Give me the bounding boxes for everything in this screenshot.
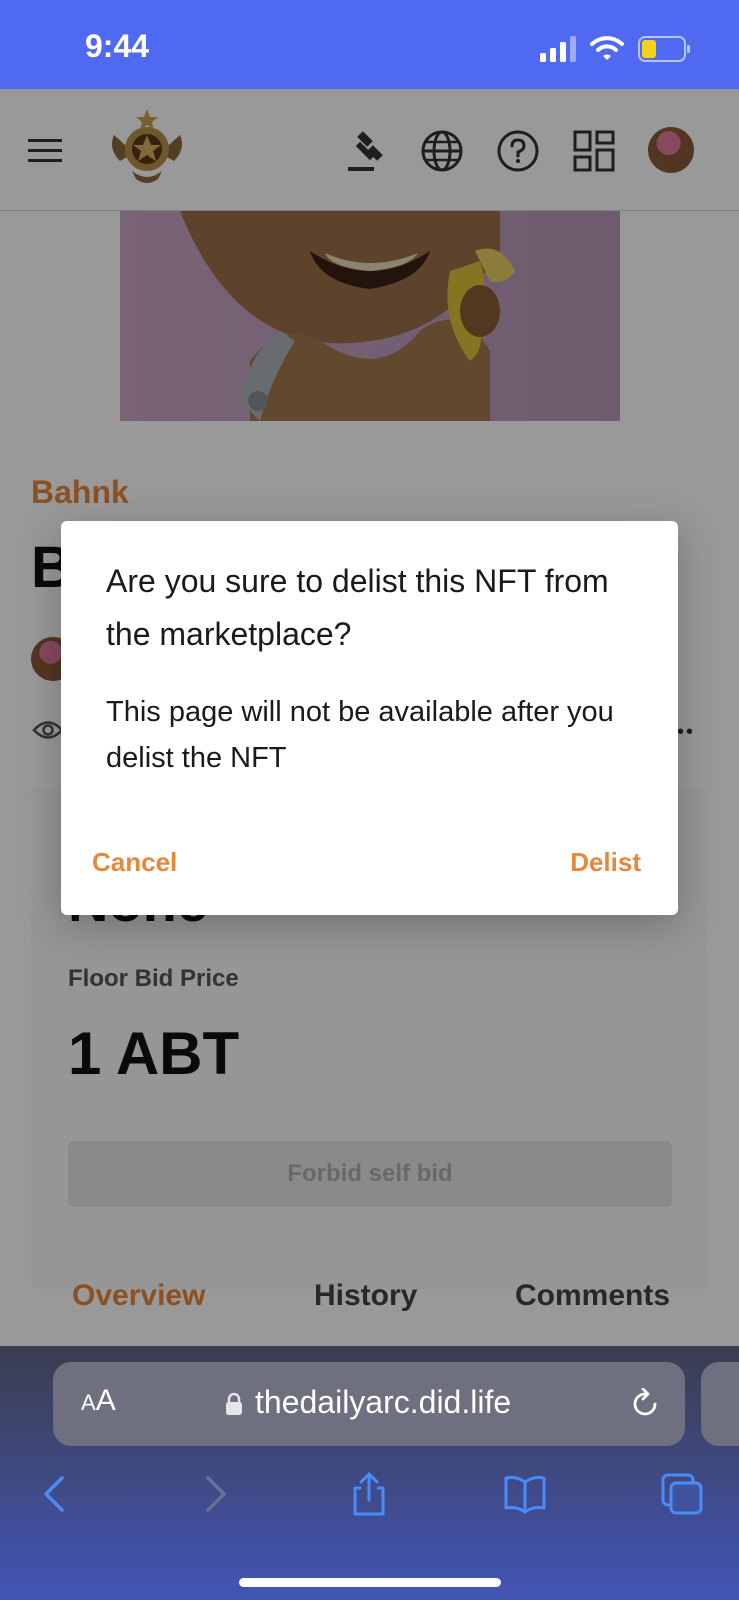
next-tab-preview[interactable] [701,1362,739,1446]
delist-dialog: Are you sure to delist this NFT from the… [61,521,678,915]
cancel-button[interactable]: Cancel [92,847,177,878]
signal-icon [540,36,576,62]
delist-button[interactable]: Delist [570,847,641,878]
reload-icon[interactable] [629,1388,661,1420]
dialog-message: This page will not be available after yo… [106,696,614,774]
browser-toolbar: AA thedailyarc.did.life [0,1346,739,1600]
status-bar: 9:44 [0,0,739,89]
text-size-button[interactable]: AA [81,1384,116,1418]
url-text[interactable]: thedailyarc.did.life [255,1384,511,1421]
lock-icon [226,1392,242,1415]
back-icon[interactable] [34,1472,78,1516]
text-size-large-label: A [95,1384,116,1417]
battery-icon [638,36,690,62]
bookmarks-icon[interactable] [503,1472,547,1516]
wifi-icon [590,36,624,60]
address-bar[interactable]: AA thedailyarc.did.life [53,1362,685,1446]
status-time: 9:44 [85,28,150,64]
text-size-small-label: A [81,1390,96,1415]
tabs-icon[interactable] [660,1472,704,1516]
home-indicator [239,1578,501,1587]
share-icon[interactable] [347,1472,391,1516]
forward-icon[interactable] [192,1472,236,1516]
dialog-title: Are you sure to delist this NFT from the… [106,563,609,652]
